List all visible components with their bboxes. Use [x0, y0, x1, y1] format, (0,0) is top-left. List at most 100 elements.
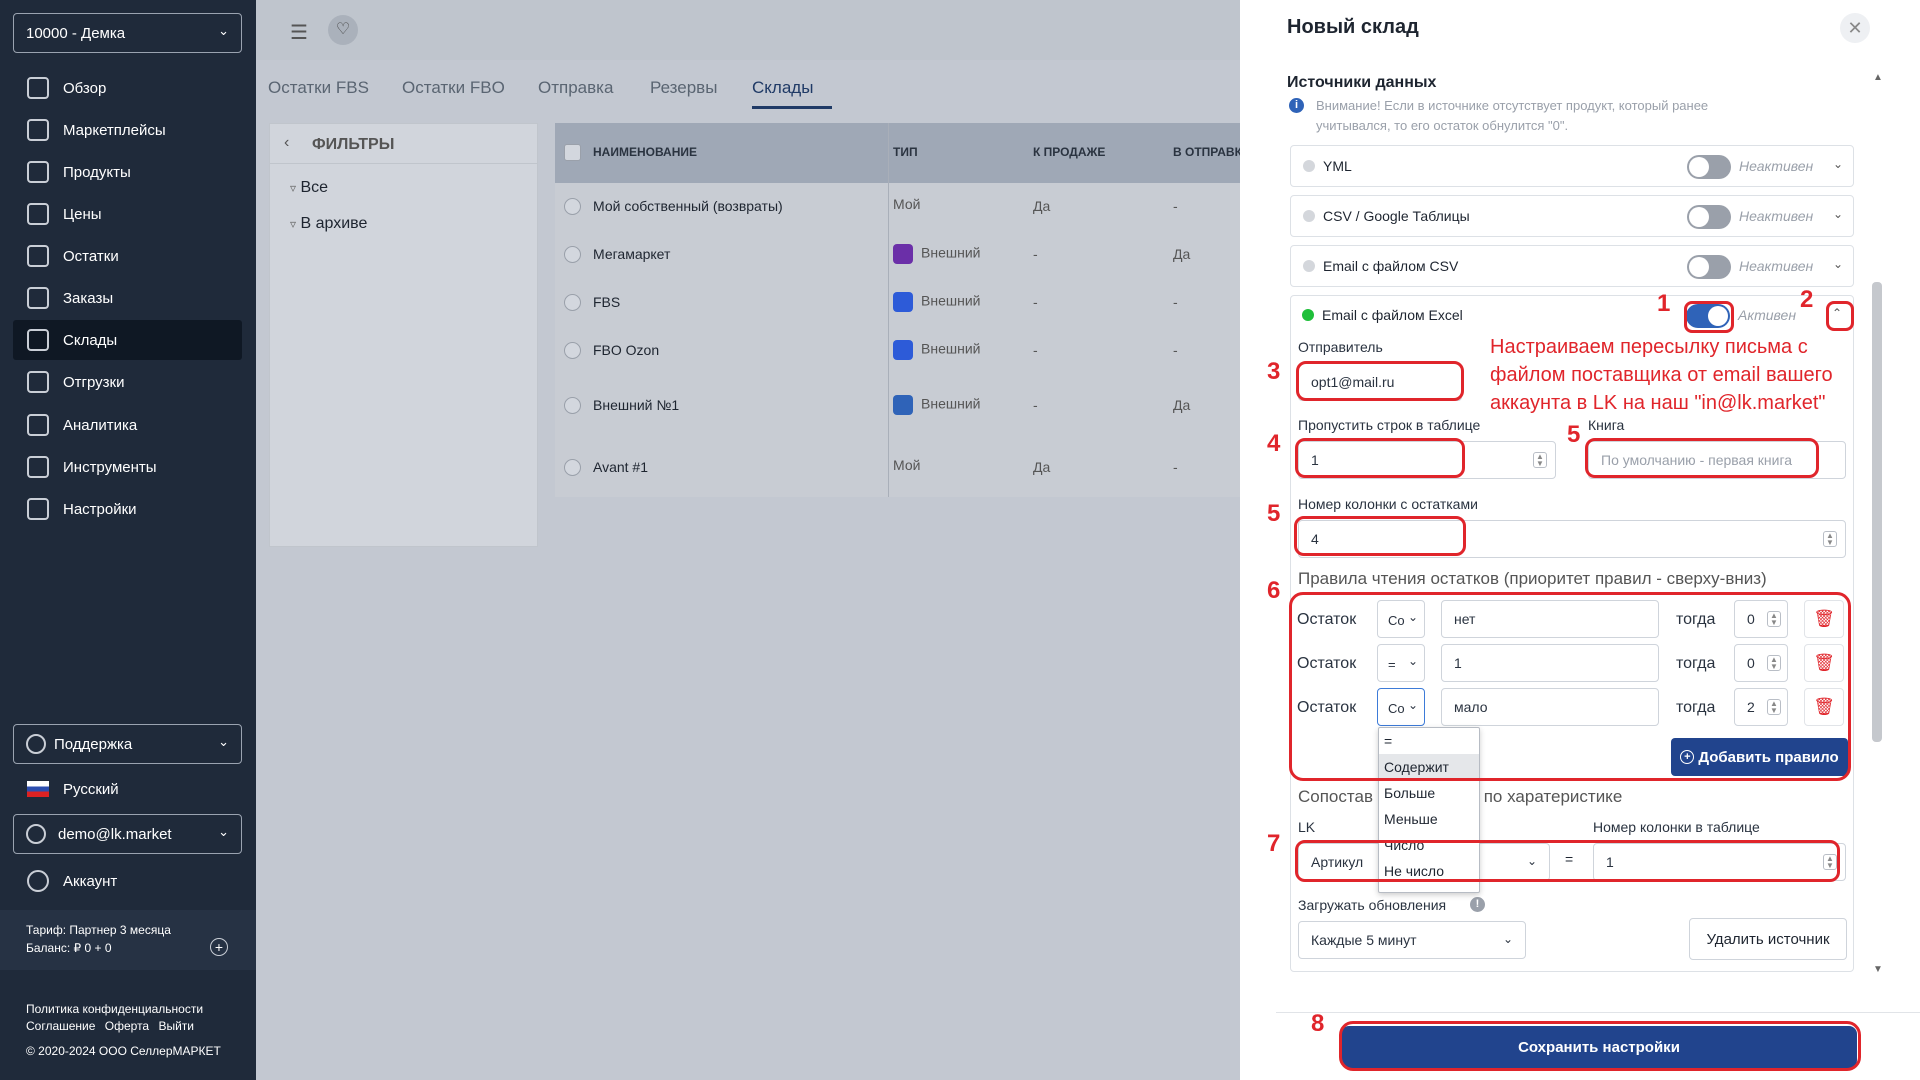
row-sale: -: [1033, 246, 1038, 262]
source-0[interactable]: YML Неактивен ⌄: [1290, 145, 1854, 187]
tab-1[interactable]: Остатки FBO: [402, 78, 505, 98]
book-label: Книга: [1588, 417, 1625, 433]
source-toggle[interactable]: [1687, 255, 1731, 279]
table-row[interactable]: Внешний №1 Внешний - Да: [555, 382, 1255, 430]
sidebar-item-6[interactable]: Склады: [13, 320, 242, 360]
row-ship: Да: [1173, 397, 1191, 413]
sidebar-item-label: Цены: [63, 205, 102, 223]
stepper-icon[interactable]: ▲ ▼: [1823, 531, 1837, 547]
row-checkbox[interactable]: [564, 342, 581, 359]
privacy-link[interactable]: Политика конфиденциальности: [26, 1002, 256, 1016]
language-switch[interactable]: Русский: [13, 769, 242, 809]
sidebar-item-1[interactable]: Маркетплейсы: [13, 110, 242, 150]
filter-all-label: Все: [300, 179, 329, 196]
filter-all[interactable]: ▿ Все: [290, 179, 328, 197]
source-status: Неактивен: [1739, 208, 1814, 224]
sidebar-item-9[interactable]: Инструменты: [13, 447, 242, 487]
chevron-down-icon: ⌄: [1502, 932, 1513, 946]
sidebar-item-0[interactable]: Обзор: [13, 68, 242, 108]
tab-0[interactable]: Остатки FBS: [268, 78, 369, 98]
support-select[interactable]: Поддержка ⌄: [13, 724, 242, 764]
row-sale: Да: [1033, 198, 1051, 214]
filters-panel: ‹ ФИЛЬТРЫ ▿ Все ▿ В архиве: [269, 123, 538, 547]
row-ship: -: [1173, 459, 1178, 475]
update-interval-select[interactable]: Каждые 5 минут ⌄: [1298, 921, 1526, 959]
table-row[interactable]: Avant #1 Мой Да -: [555, 444, 1255, 492]
sidebar-item-5[interactable]: Заказы: [13, 278, 242, 318]
tab-4[interactable]: Склады: [752, 78, 813, 98]
tab-2[interactable]: Отправка: [538, 78, 613, 98]
highlight-skip: [1295, 438, 1465, 478]
row-checkbox[interactable]: [564, 459, 581, 476]
sidebar-item-7[interactable]: Отгрузки: [13, 362, 242, 402]
marketplace-icon: [27, 119, 49, 141]
scroll-down-icon[interactable]: ▼: [1873, 964, 1883, 975]
sidebar-item-3[interactable]: Цены: [13, 194, 242, 234]
annotation-number: 6: [1267, 577, 1281, 604]
support-label: Поддержка: [54, 735, 133, 753]
sidebar-item-10[interactable]: Настройки: [13, 489, 242, 529]
help-icon[interactable]: !: [1470, 897, 1485, 912]
scrollbar[interactable]: ▲ ▼: [1870, 72, 1884, 978]
scrollbar-thumb[interactable]: [1872, 282, 1882, 742]
sidebar-item-4[interactable]: Остатки: [13, 236, 242, 276]
row-checkbox[interactable]: [564, 246, 581, 263]
sidebar-item-2[interactable]: Продукты: [13, 152, 242, 192]
chevron-down-icon: ⌄: [218, 824, 229, 839]
annotation-number: 2: [1800, 286, 1814, 313]
table-row[interactable]: Мегамаркет Внешний - Да: [555, 231, 1255, 279]
dropdown-option[interactable]: Больше: [1379, 780, 1479, 806]
products-icon: [27, 161, 49, 183]
offer-link[interactable]: Оферта: [105, 1019, 149, 1033]
tariff-box: Тариф: Партнер 3 месяца Баланс: ₽ 0 + 0 …: [0, 910, 256, 970]
annotation-number: 4: [1267, 430, 1281, 457]
table-row[interactable]: FBS Внешний - -: [555, 279, 1255, 327]
warehouse-icon: [27, 329, 49, 351]
chevron-down-icon[interactable]: ⌄: [1833, 257, 1843, 271]
source-2[interactable]: Email с файлом CSV Неактивен ⌄: [1290, 245, 1854, 287]
stepper-icon[interactable]: ▲ ▼: [1533, 452, 1547, 468]
sidebar-item-label: Отгрузки: [63, 373, 125, 391]
source-1[interactable]: CSV / Google Таблицы Неактивен ⌄: [1290, 195, 1854, 237]
row-sale: -: [1033, 294, 1038, 310]
row-checkbox[interactable]: [564, 397, 581, 414]
delete-source-button[interactable]: Удалить источник: [1689, 918, 1847, 960]
agreement-link[interactable]: Соглашение: [26, 1019, 95, 1033]
chevron-down-icon[interactable]: ⌄: [1833, 207, 1843, 221]
user-select[interactable]: demo@lk.market ⌄: [13, 814, 242, 854]
dropdown-option[interactable]: Меньше: [1379, 806, 1479, 832]
footer-links: Политика конфиденциальности Соглашение О…: [0, 1002, 256, 1058]
rules-title: Правила чтения остатков (приоритет прави…: [1298, 569, 1767, 588]
sidebar-item-8[interactable]: Аналитика: [13, 405, 242, 445]
source-toggle[interactable]: [1687, 155, 1731, 179]
org-select[interactable]: 10000 - Демка ⌄: [13, 13, 242, 53]
marketplace-logo-icon: [893, 395, 913, 415]
logout-link[interactable]: Выйти: [158, 1019, 194, 1033]
close-icon[interactable]: ✕: [1840, 13, 1870, 43]
menu-icon[interactable]: ☰: [290, 20, 308, 45]
row-type: Внешний: [921, 292, 981, 309]
filters-header[interactable]: ‹ ФИЛЬТРЫ: [270, 124, 537, 164]
highlight-column: [1294, 516, 1466, 556]
source-name: Email с файлом CSV: [1323, 258, 1459, 274]
account-link[interactable]: Аккаунт: [13, 861, 242, 901]
top-bar: ☰ ♡: [256, 0, 1256, 60]
account-label: Аккаунт: [63, 872, 118, 890]
select-all-checkbox[interactable]: [564, 144, 581, 161]
support-icon: [26, 734, 46, 754]
tab-3[interactable]: Резервы: [650, 78, 717, 98]
scroll-up-icon[interactable]: ▲: [1873, 72, 1883, 83]
add-balance-icon[interactable]: +: [210, 938, 228, 956]
highlight-rules: [1289, 592, 1851, 781]
row-checkbox[interactable]: [564, 198, 581, 215]
row-checkbox[interactable]: [564, 294, 581, 311]
chevron-down-icon[interactable]: ⌄: [1833, 157, 1843, 171]
org-select-label: 10000 - Демка: [26, 24, 126, 42]
sidebar-item-label: Продукты: [63, 163, 131, 181]
filter-archive[interactable]: ▿ В архиве: [290, 215, 367, 233]
row-name: FBS: [593, 294, 621, 310]
table-row[interactable]: FBO Ozon Внешний - -: [555, 327, 1255, 375]
bell-icon[interactable]: ♡: [328, 15, 358, 45]
source-toggle[interactable]: [1687, 205, 1731, 229]
table-row[interactable]: Мой собственный (возвраты) Мой Да -: [555, 183, 1255, 231]
